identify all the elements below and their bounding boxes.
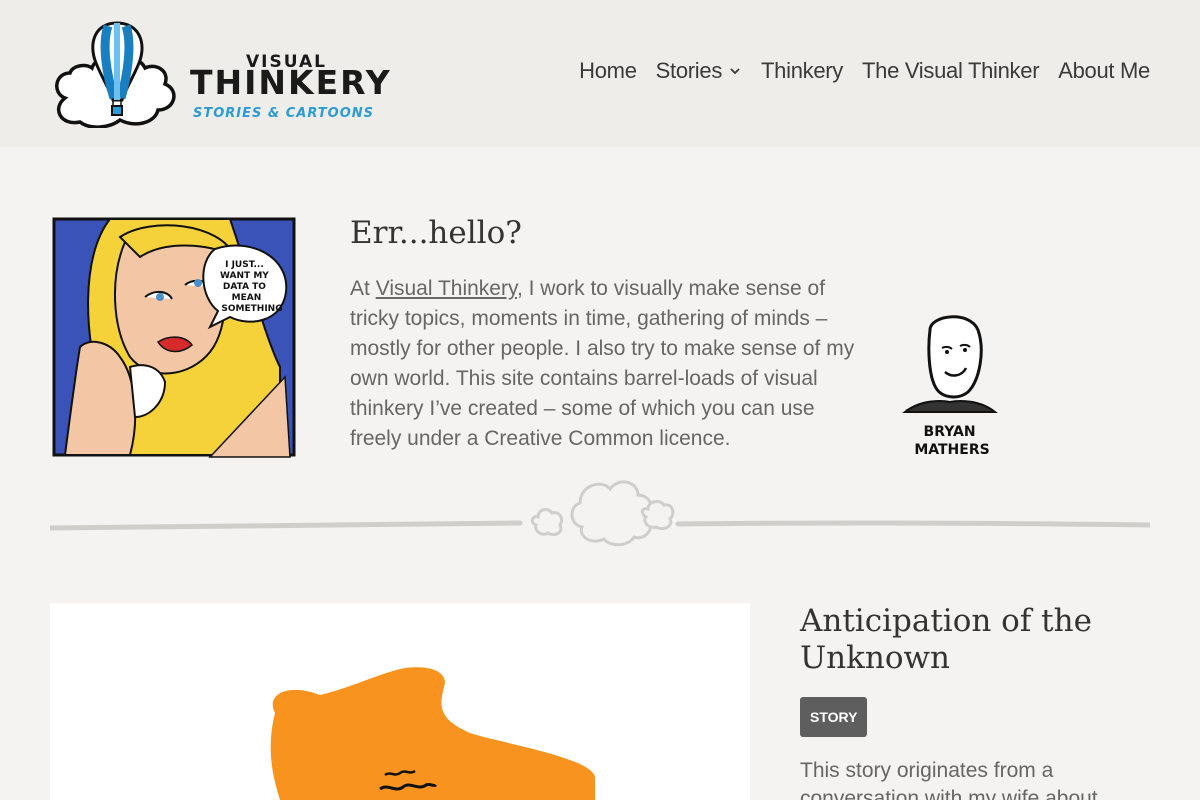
balloon-cloud-logo-icon [55, 21, 176, 128]
comic-speech-line-4: MEAN [232, 293, 262, 303]
nav-stories[interactable]: Stories [656, 58, 742, 84]
story-category-badge[interactable]: STORY [800, 697, 868, 737]
intro-comic-image: I JUST... WANT MY DATA TO MEAN SOMETHING [50, 217, 300, 460]
intro-title: Err...hello? [350, 215, 522, 251]
svg-text:BRYAN MATHERS: BRYAN MATHERS [914, 424, 989, 458]
site-header: VISUAL THINKERY STORIES & CARTOONS Home … [0, 0, 1200, 147]
comic-speech-line-3: DATA TO [223, 282, 266, 292]
comic-speech-line-1: I JUST... [225, 260, 264, 270]
comic-speech-line-5: SOMETHING [221, 304, 282, 314]
main-nav: Home Stories Thinkery The Visual Thinker… [579, 58, 1150, 84]
nav-stories-label: Stories [655, 58, 723, 83]
avatar-caption-first: BRYAN [924, 424, 976, 440]
intro-body-rest: , I work to visually make sense of trick… [350, 277, 855, 450]
visual-thinkery-link[interactable]: Visual Thinkery [376, 277, 517, 300]
bryan-mathers-avatar: BRYAN MATHERS [900, 310, 1000, 460]
nav-about-me[interactable]: About Me [1058, 58, 1150, 84]
intro-body: At Visual Thinkery, I work to visually m… [350, 274, 855, 454]
comic-speech-line-2: WANT MY [220, 271, 269, 281]
nav-home[interactable]: Home [579, 58, 637, 84]
intro-body-start: At [350, 277, 376, 300]
nav-visual-thinker-label: The Visual Thinker [862, 58, 1040, 83]
logo-main-text: THINKERY [190, 63, 392, 102]
cloud-divider [47, 475, 1153, 550]
featured-story-excerpt: This story originates from a conversatio… [800, 759, 1098, 800]
featured-story-title[interactable]: Anticipation of the Unknown [800, 603, 1160, 677]
nav-visual-thinker[interactable]: The Visual Thinker [862, 58, 1040, 84]
nav-thinkery-label: Thinkery [761, 58, 843, 83]
nav-about-me-label: About Me [1058, 58, 1150, 83]
nav-thinkery[interactable]: Thinkery [761, 58, 843, 84]
site-logo[interactable]: VISUAL THINKERY STORIES & CARTOONS [50, 18, 390, 128]
featured-story-image[interactable] [50, 603, 750, 800]
nav-home-label: Home [579, 58, 637, 83]
logo-sub-text: STORIES & CARTOONS [193, 106, 375, 121]
avatar-caption-last: MATHERS [914, 442, 989, 458]
chevron-down-icon [730, 68, 740, 75]
